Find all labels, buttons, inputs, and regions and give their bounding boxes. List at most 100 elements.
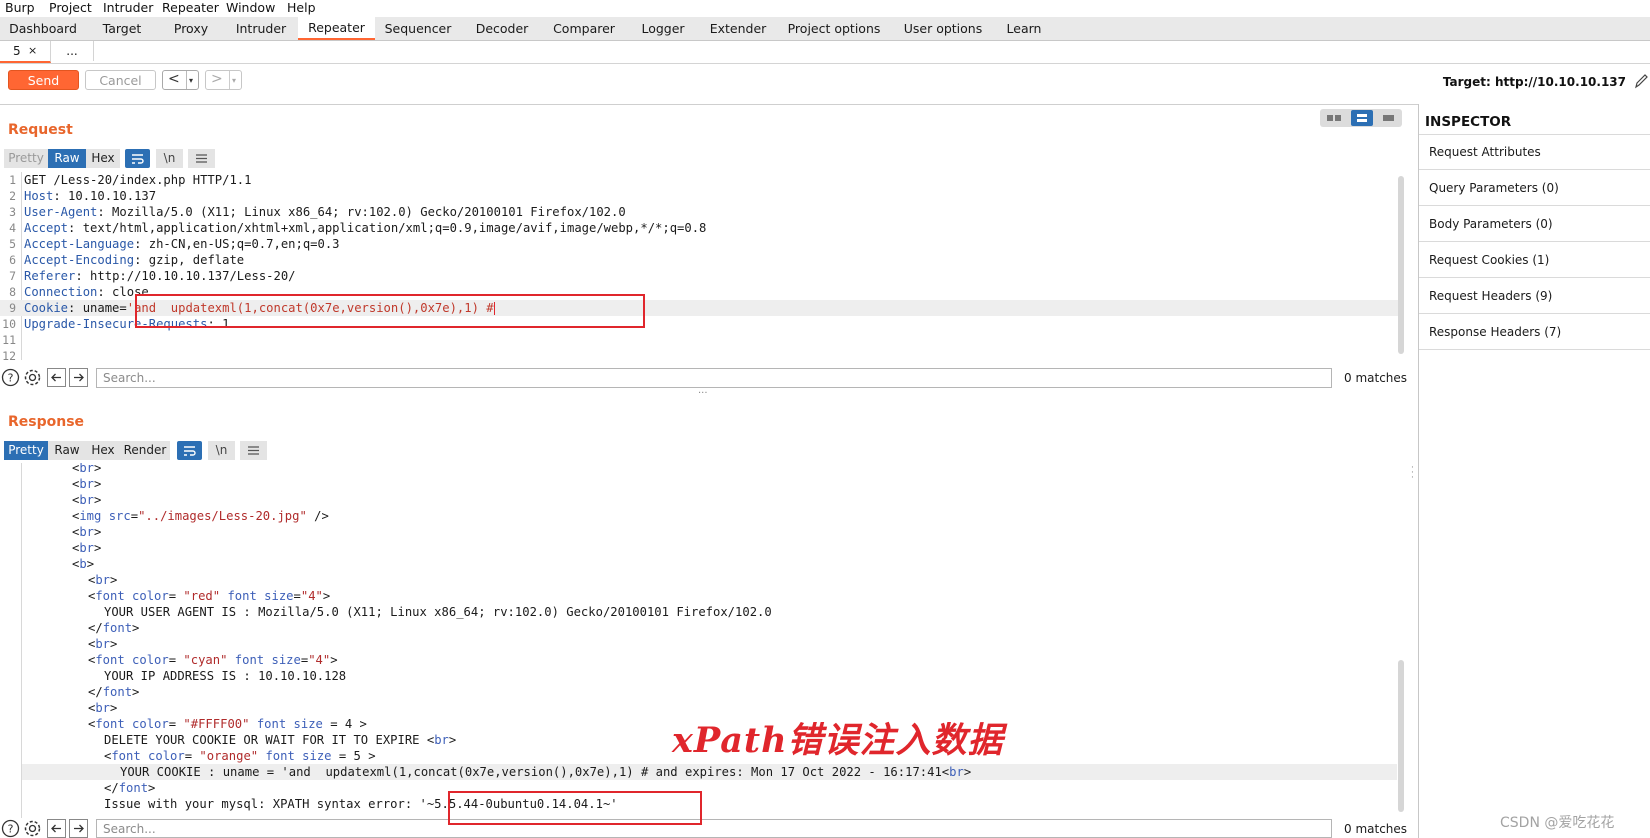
pencil-icon[interactable] xyxy=(1634,73,1648,89)
response-editor[interactable]: <br> <br> <br> <img src="../images/Less-20.… xyxy=(0,463,1405,818)
wrap-lines-icon[interactable] xyxy=(125,149,150,168)
request-line-text: Connection: close xyxy=(24,284,149,300)
menu-burp[interactable]: Burp xyxy=(5,0,35,17)
response-line-text: </font> xyxy=(88,621,140,635)
wrap-lines-icon[interactable] xyxy=(177,441,202,460)
line-number: 10 xyxy=(2,317,16,331)
inspector-response-headers[interactable]: Response Headers (7) xyxy=(1419,315,1650,350)
layout-stacked-icon[interactable] xyxy=(1351,110,1373,126)
response-scrollbar[interactable] xyxy=(1398,660,1404,812)
response-line: <br> xyxy=(22,572,1397,588)
cancel-button[interactable]: Cancel xyxy=(85,70,156,90)
inspector-request-attributes[interactable]: Request Attributes xyxy=(1419,135,1650,170)
send-button[interactable]: Send xyxy=(8,70,79,90)
layout-single-icon[interactable] xyxy=(1379,112,1399,124)
back-button[interactable]: < ▾ xyxy=(162,70,199,90)
request-view-raw[interactable]: Raw xyxy=(48,149,86,168)
tab-logger[interactable]: Logger xyxy=(625,17,701,40)
resize-handle[interactable]: · · · xyxy=(1411,464,1414,483)
response-search-input[interactable]: Search... xyxy=(96,819,1332,838)
header-colon: : xyxy=(97,285,105,299)
splitter-handle[interactable]: ··· xyxy=(698,389,708,399)
response-line-text: <br> xyxy=(72,541,102,555)
tab-intruder[interactable]: Intruder xyxy=(224,17,298,40)
chevron-down-icon: ▾ xyxy=(189,76,194,85)
arrow-left-icon[interactable] xyxy=(47,368,66,387)
arrow-left-icon[interactable] xyxy=(47,819,66,838)
tab-learn[interactable]: Learn xyxy=(993,17,1055,40)
tab-project-options[interactable]: Project options xyxy=(775,17,893,40)
response-view-render[interactable]: Render xyxy=(120,441,170,460)
menu-repeater[interactable]: Repeater xyxy=(162,0,219,17)
header-value: zh-CN,en-US;q=0.7,en;q=0.3 xyxy=(141,237,340,251)
tab-user-options[interactable]: User options xyxy=(893,17,993,40)
help-icon[interactable]: ? xyxy=(1,819,20,838)
response-line-text: <font color= "cyan" font size="4"> xyxy=(88,653,338,667)
response-line-text: <b> xyxy=(72,557,95,571)
layout-side-by-side-icon[interactable] xyxy=(1324,112,1344,124)
gear-icon[interactable] xyxy=(23,368,42,387)
line-number: 8 xyxy=(9,285,16,299)
tab-proxy[interactable]: Proxy xyxy=(158,17,224,40)
show-newlines-button[interactable]: \n xyxy=(208,441,235,460)
response-line-text: </font> xyxy=(88,685,140,699)
response-view-pretty[interactable]: Pretty xyxy=(4,441,48,460)
tab-sequencer[interactable]: Sequencer xyxy=(375,17,461,40)
inspector-request-headers[interactable]: Request Headers (9) xyxy=(1419,279,1650,314)
response-line: <font color= "cyan" font size="4"> xyxy=(22,652,1397,668)
response-line: </font> xyxy=(22,684,1397,700)
response-search-bar: ? Search... 0 matches xyxy=(0,818,1418,838)
menu-help[interactable]: Help xyxy=(287,0,316,17)
inspector-query-parameters[interactable]: Query Parameters (0) xyxy=(1419,171,1650,206)
subtab-more[interactable]: ... xyxy=(51,41,94,61)
subtab-5[interactable]: 5 × xyxy=(0,41,51,63)
result-highlight-box xyxy=(448,791,702,825)
menu-window[interactable]: Window xyxy=(226,0,275,17)
inspector-body-parameters[interactable]: Body Parameters (0) xyxy=(1419,207,1650,242)
request-view-hex[interactable]: Hex xyxy=(86,149,120,168)
request-line: 3 User-Agent: Mozilla/5.0 (X11; Linux x86… xyxy=(0,204,1400,220)
close-icon[interactable]: × xyxy=(28,41,37,61)
help-icon[interactable]: ? xyxy=(1,368,20,387)
tab-target[interactable]: Target xyxy=(86,17,158,40)
arrow-right-icon[interactable] xyxy=(69,819,88,838)
tab-dashboard[interactable]: Dashboard xyxy=(0,17,86,40)
request-view-pretty[interactable]: Pretty xyxy=(4,149,48,168)
header-value: text/html,application/xhtml+xml,applicat… xyxy=(75,221,707,235)
chevron-right-icon: > xyxy=(211,71,223,87)
response-line: </font> xyxy=(22,780,1397,796)
request-scrollbar[interactable] xyxy=(1398,176,1404,354)
response-view-hex[interactable]: Hex xyxy=(86,441,120,460)
menu-project[interactable]: Project xyxy=(49,0,92,17)
header-name: Cookie xyxy=(24,301,69,315)
header-value: http://10.10.10.137/Less-20/ xyxy=(82,269,296,283)
svg-text:?: ? xyxy=(8,823,14,836)
menu-lines-icon[interactable] xyxy=(240,441,267,460)
forward-button[interactable]: > ▾ xyxy=(205,70,242,90)
arrow-right-icon[interactable] xyxy=(69,368,88,387)
tab-decoder[interactable]: Decoder xyxy=(461,17,543,40)
gear-icon[interactable] xyxy=(23,819,42,838)
menu-intruder[interactable]: Intruder xyxy=(103,0,153,17)
header-name: Accept xyxy=(24,221,69,235)
request-editor[interactable]: 1 GET /Less-20/index.php HTTP/1.1 2 Host: 1… xyxy=(0,172,1405,363)
line-number: 12 xyxy=(2,349,16,363)
header-colon: : xyxy=(75,269,83,283)
line-number: 6 xyxy=(9,253,16,267)
response-match-count: 0 matches xyxy=(1344,822,1408,836)
tab-extender[interactable]: Extender xyxy=(701,17,775,40)
response-line-text: <img src="../images/Less-20.jpg" /> xyxy=(72,509,329,523)
response-line-text: <font color= "#FFFF00" font size = 4 > xyxy=(88,717,367,731)
tab-comparer[interactable]: Comparer xyxy=(543,17,625,40)
menu-lines-icon[interactable] xyxy=(188,149,215,168)
response-line-text: <br> xyxy=(72,493,102,507)
response-line: <br> xyxy=(22,524,1397,540)
tab-repeater[interactable]: Repeater xyxy=(298,17,375,40)
show-newlines-button[interactable]: \n xyxy=(156,149,183,168)
response-line: YOUR USER AGENT IS : Mozilla/5.0 (X11; L… xyxy=(22,604,1397,620)
line-number: 9 xyxy=(9,301,16,315)
request-search-input[interactable]: Search... xyxy=(96,368,1332,388)
response-view-toggle: Pretty Raw Hex Render xyxy=(4,441,170,460)
inspector-request-cookies[interactable]: Request Cookies (1) xyxy=(1419,243,1650,278)
response-view-raw[interactable]: Raw xyxy=(48,441,86,460)
